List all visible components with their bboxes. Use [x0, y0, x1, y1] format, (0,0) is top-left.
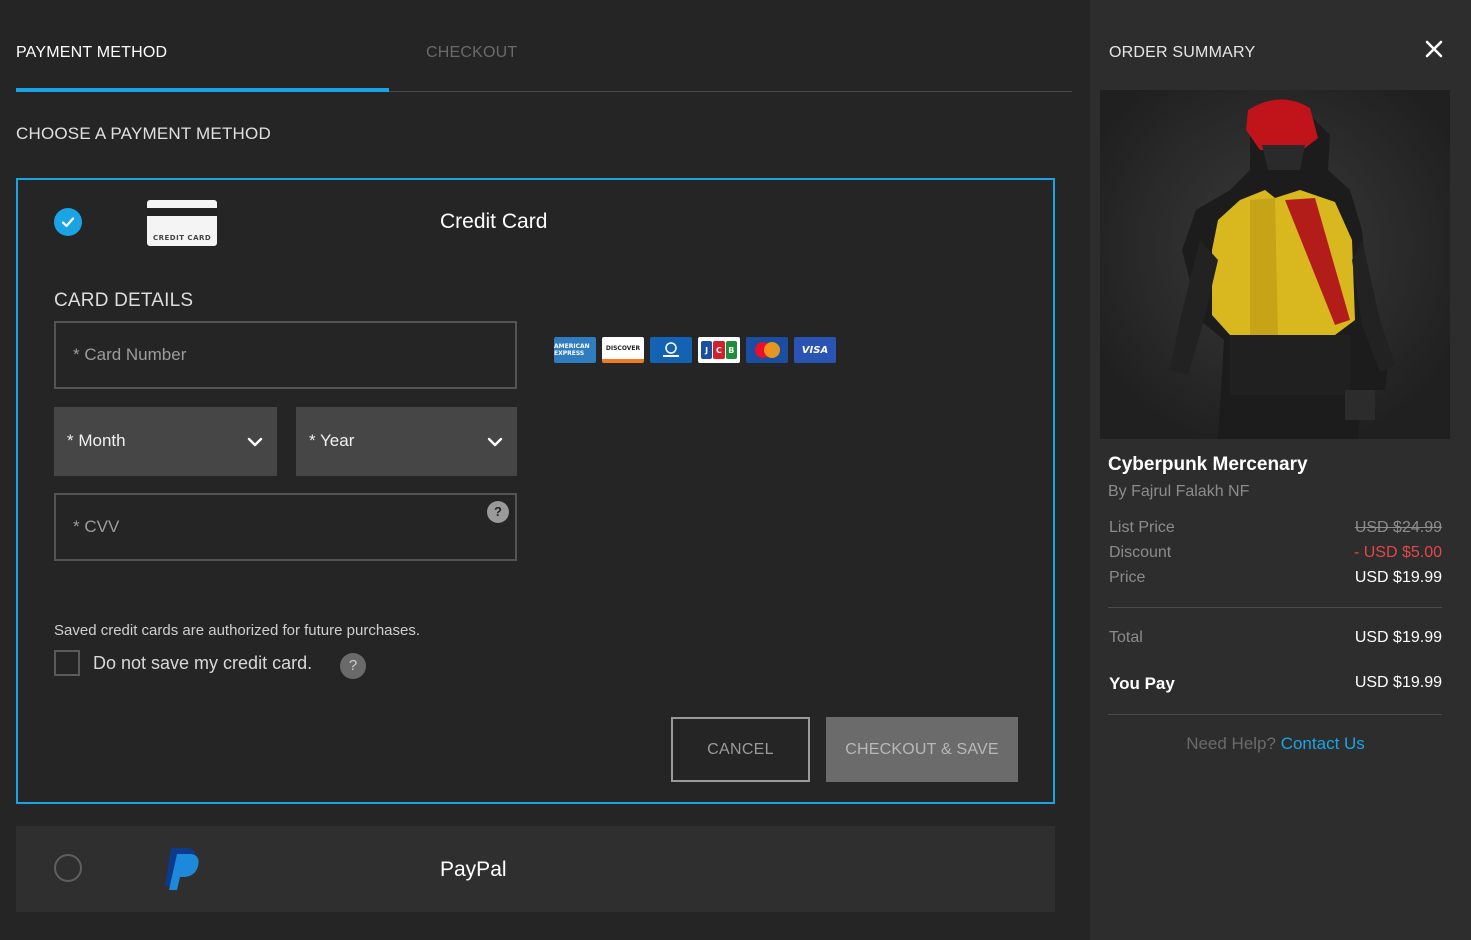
order-summary-title: ORDER SUMMARY: [1109, 44, 1256, 61]
year-select-label: * Year: [309, 431, 355, 450]
product-name: Cyberpunk Mercenary: [1108, 454, 1308, 475]
card-details-title: CARD DETAILS: [54, 290, 194, 311]
price-value: USD $19.99: [1354, 569, 1442, 586]
credit-card-option[interactable]: CREDIT CARD Credit Card CARD DETAILS AME…: [16, 178, 1055, 804]
month-select[interactable]: * Month: [54, 407, 277, 476]
accepted-cards: AMERICAN EXPRESS DISCOVER J C B VISA: [554, 337, 836, 363]
tab-payment-method[interactable]: PAYMENT METHOD: [16, 44, 167, 62]
do-not-save-label[interactable]: Do not save my credit card.: [93, 653, 312, 674]
tab-checkout[interactable]: CHECKOUT: [426, 44, 517, 62]
paypal-radio[interactable]: [54, 854, 82, 882]
checkout-save-button[interactable]: CHECKOUT & SAVE: [826, 717, 1018, 782]
jcb-logo-icon: J C B: [698, 337, 740, 363]
chevron-down-icon: [247, 437, 263, 447]
card-number-input[interactable]: [56, 323, 515, 387]
checkmark-icon: [61, 217, 75, 228]
total-value: USD $19.99: [1354, 629, 1442, 646]
contact-us-link[interactable]: Contact Us: [1281, 734, 1365, 753]
cvv-field[interactable]: ?: [54, 493, 517, 561]
list-price-label: List Price: [1109, 519, 1175, 536]
diners-club-logo-icon: [650, 337, 692, 363]
order-summary-panel: ORDER SUMMARY Cyberpunk Mercenary By Faj…: [1090, 0, 1471, 940]
help-question: Need Help?: [1186, 734, 1276, 753]
close-icon[interactable]: [1423, 38, 1445, 60]
payment-panel: PAYMENT METHOD CHECKOUT CHOOSE A PAYMENT…: [0, 0, 1090, 940]
step-tabs: PAYMENT METHOD CHECKOUT: [16, 30, 1072, 92]
jcb-letter-c: C: [713, 341, 725, 359]
you-pay-label: You Pay: [1109, 674, 1175, 693]
you-pay-value: USD $19.99: [1354, 674, 1442, 691]
summary-divider: [1108, 607, 1442, 608]
total-label: Total: [1109, 629, 1143, 646]
credit-card-label: Credit Card: [440, 210, 548, 233]
product-image: [1100, 90, 1450, 439]
price-label: Price: [1109, 569, 1146, 586]
mastercard-logo-icon: [746, 337, 788, 363]
product-author: By Fajrul Falakh NF: [1108, 483, 1250, 500]
credit-card-icon-text: CREDIT CARD: [153, 234, 212, 242]
do-not-save-checkbox[interactable]: [54, 650, 80, 676]
save-help-icon[interactable]: ?: [340, 653, 366, 679]
month-select-label: * Month: [67, 431, 126, 450]
active-tab-indicator: [16, 88, 389, 92]
save-note: Saved credit cards are authorized for fu…: [54, 622, 421, 639]
discover-logo-icon: DISCOVER: [602, 337, 644, 363]
amex-logo-icon: AMERICAN EXPRESS: [554, 337, 596, 363]
help-line: Need Help? Contact Us: [1090, 734, 1461, 754]
card-number-field[interactable]: [54, 321, 517, 389]
cancel-button[interactable]: CANCEL: [671, 717, 810, 782]
visa-logo-icon: VISA: [794, 337, 836, 363]
paypal-option[interactable]: PayPal: [16, 826, 1055, 912]
discount-label: Discount: [1109, 544, 1172, 561]
list-price-value: USD $24.99: [1354, 519, 1442, 536]
cvv-help-icon[interactable]: ?: [487, 501, 509, 523]
jcb-letter-j: J: [701, 341, 713, 359]
credit-card-icon: CREDIT CARD: [147, 200, 217, 246]
section-title: CHOOSE A PAYMENT METHOD: [16, 124, 271, 143]
summary-divider: [1108, 714, 1442, 715]
cvv-input[interactable]: [56, 495, 515, 559]
jcb-letter-b: B: [725, 341, 737, 359]
chevron-down-icon: [487, 437, 503, 447]
payment-dialog: PAYMENT METHOD CHECKOUT CHOOSE A PAYMENT…: [0, 0, 1471, 940]
paypal-label: PayPal: [440, 858, 507, 881]
credit-card-radio[interactable]: [54, 208, 82, 236]
year-select[interactable]: * Year: [296, 407, 517, 476]
paypal-logo-icon: [165, 848, 199, 890]
discount-value: - USD $5.00: [1353, 544, 1442, 561]
